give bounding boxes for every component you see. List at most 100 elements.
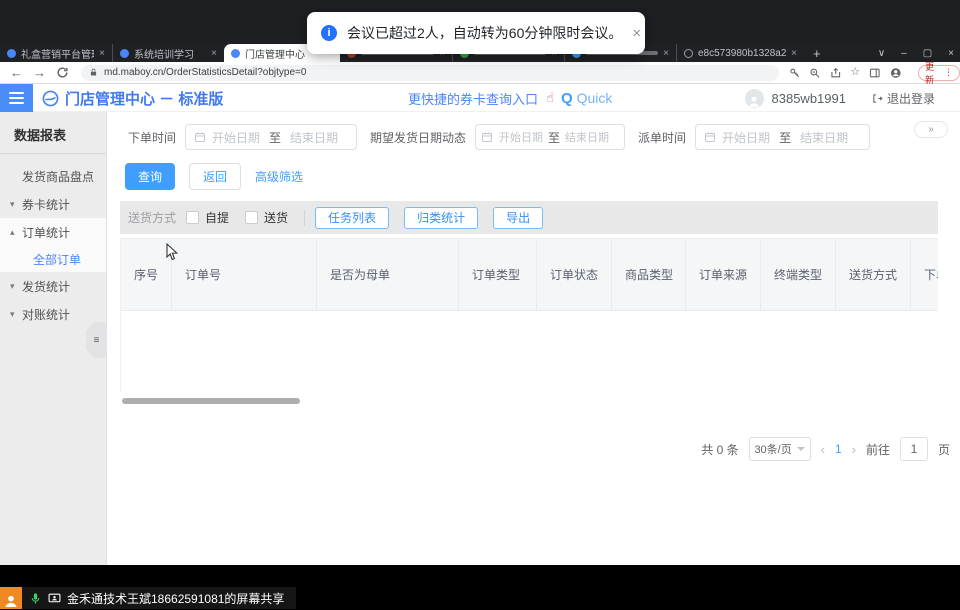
refresh-icon[interactable] [56,66,69,79]
quick-search-icon[interactable]: Q [561,90,573,107]
dispatch-time-range-input[interactable]: 开始日期 至 结束日期 [695,124,870,150]
prev-page-button[interactable]: ‹ [821,442,825,457]
share-icon[interactable] [830,67,842,79]
key-icon[interactable] [789,67,801,79]
toast-message: 会议已超过2人，自动转为60分钟限时会议。 [347,23,622,43]
url-text: md.maboy.cn/OrderStatisticsDetail?objtyp… [104,67,306,78]
column-header-is-parent[interactable]: 是否为母单 [317,239,459,310]
column-header-delivery-method[interactable]: 送货方式 [836,239,911,310]
column-header-order-status[interactable]: 订单状态 [537,239,612,310]
coupon-query-link[interactable]: 更快捷的券卡查询入口 [408,89,538,108]
profile-avatar-icon[interactable] [890,67,902,79]
pointer-hand-icon: ☝ [546,90,554,106]
page-size-select[interactable]: 30条/页 [749,437,811,461]
share-text: 金禾通技术王斌18662591081的屏幕共享 [67,590,284,607]
sidebar-item-order-stats[interactable]: ▴ 订单统计 [0,218,106,246]
bookmark-star-icon[interactable]: ☆ [850,67,860,78]
tab-menu-icon[interactable]: ∨ [878,48,885,59]
tab-close-icon[interactable]: × [791,48,797,59]
sidebar-item-delivery-stats[interactable]: ▾ 发货统计 [0,272,106,300]
table-body-empty [121,311,938,392]
pagination: 共 0 条 30条/页 ‹ 1 › 前往 页 [701,437,950,461]
column-header-seq[interactable]: 序号 [121,239,172,310]
orders-table: 序号 订单号 是否为母单 订单类型 订单状态 商品类型 订单来源 终端类型 送货… [120,238,938,392]
back-button[interactable]: 返回 [189,163,241,190]
username: 8385wb1991 [772,91,846,106]
window-close-icon[interactable]: × [948,48,954,59]
column-header-order-no[interactable]: 订单号 [172,239,317,310]
minimize-icon[interactable]: – [901,48,907,59]
export-button[interactable]: 导出 [493,207,543,229]
lock-icon [89,68,98,77]
zoom-icon[interactable] [809,67,821,79]
browser-tab-2[interactable]: 系统培训学习 × [112,44,224,62]
current-page[interactable]: 1 [835,442,842,456]
bottom-strip: 金禾通技术王斌18662591081的屏幕共享 [0,565,960,610]
divider [304,210,305,226]
goto-page-input[interactable] [900,437,928,461]
kebab-menu-icon[interactable]: ⋮ [944,67,953,78]
sidebar-collapse-handle[interactable]: ≡ [86,322,107,358]
sharer-avatar [0,587,22,609]
tab-close-icon[interactable]: × [211,48,217,59]
address-bar[interactable]: md.maboy.cn/OrderStatisticsDetail?objtyp… [81,65,779,81]
self-pickup-label: 自提 [205,209,229,226]
delivery-method-label: 送货方式 [128,209,176,226]
scrollbar-thumb[interactable] [122,398,300,404]
browser-tab-7[interactable]: e8c573980b1328a258fd2e6 × [676,44,804,62]
logout-button[interactable]: 退出登录 [872,90,935,107]
browser-tab-1[interactable]: 礼盒营销平台管理中心 × [0,44,112,62]
task-list-button[interactable]: 任务列表 [315,207,389,229]
back-icon[interactable]: ← [10,66,23,79]
maximize-icon[interactable]: ▢ [923,48,932,59]
filter-label: 期望发货日期动态 [370,129,466,146]
column-header-order-time[interactable]: 下单时间 [911,239,938,310]
screen: 礼盒营销平台管理中心 × 系统培训学习 × 门店管理中心 × × × [0,0,960,610]
sidebar-item-label: 订单统计 [22,224,70,241]
tab-favicon [7,49,16,58]
sidebar-item-coupon-stats[interactable]: ▾ 券卡统计 [0,190,106,218]
filter-label: 下单时间 [128,129,176,146]
end-date-placeholder: 结束日期 [290,129,338,146]
calendar-icon [704,131,716,143]
delivery-filter-band: 送货方式 自提 送货 任务列表 归类统计 导出 [120,201,938,234]
sidebar-item-shipment-inventory[interactable]: 发货商品盘点 [0,162,106,190]
next-page-button[interactable]: › [852,442,856,457]
start-date-placeholder: 开始日期 [499,129,543,145]
column-header-order-source[interactable]: 订单来源 [686,239,761,310]
order-time-range-input[interactable]: 开始日期 至 结束日期 [185,124,357,150]
toast-close-icon[interactable]: × [632,25,641,42]
hamburger-menu-button[interactable] [0,84,33,112]
chrome-update-button[interactable]: 更新 ⋮ [918,65,960,81]
new-tab-button[interactable]: + [804,44,830,62]
mouse-cursor [166,243,178,261]
side-panel-icon[interactable] [869,67,881,79]
delivery-checkbox[interactable] [245,211,258,224]
meeting-toast: i 会议已超过2人，自动转为60分钟限时会议。 × [307,12,645,54]
double-chevron-right-icon: » [928,124,934,135]
chevron-down-icon: ▾ [10,199,22,210]
category-stats-button[interactable]: 归类统计 [404,207,478,229]
range-separator: 至 [779,129,791,146]
page-size-value: 30条/页 [754,441,791,457]
sidebar-item-reconciliation-stats[interactable]: ▾ 对账统计 [0,300,106,328]
horizontal-scrollbar[interactable] [120,398,938,404]
advanced-filter-link[interactable]: 高级筛选 [255,168,303,185]
column-header-order-type[interactable]: 订单类型 [459,239,537,310]
self-pickup-checkbox[interactable] [186,211,199,224]
tab-close-icon[interactable]: × [663,48,669,59]
calendar-icon [481,131,493,143]
column-header-terminal-type[interactable]: 终端类型 [761,239,836,310]
expand-filters-button[interactable]: » [914,121,948,138]
column-header-product-type[interactable]: 商品类型 [612,239,686,310]
forward-icon[interactable]: → [33,66,46,79]
update-label: 更新 [925,60,942,86]
chevron-down-icon: ▾ [10,309,22,320]
tab-close-icon[interactable]: × [99,48,105,59]
tab-favicon [120,49,129,58]
app-header: 门店管理中心 － 标准版 更快捷的券卡查询入口 ☝ Q Quick 8385wb… [0,84,960,112]
expected-ship-date-range-input[interactable]: 开始日期 至 结束日期 [475,124,625,150]
quick-link[interactable]: Quick [577,90,613,106]
search-button[interactable]: 查询 [125,163,175,190]
sidebar-item-all-orders[interactable]: 全部订单 [0,246,106,272]
